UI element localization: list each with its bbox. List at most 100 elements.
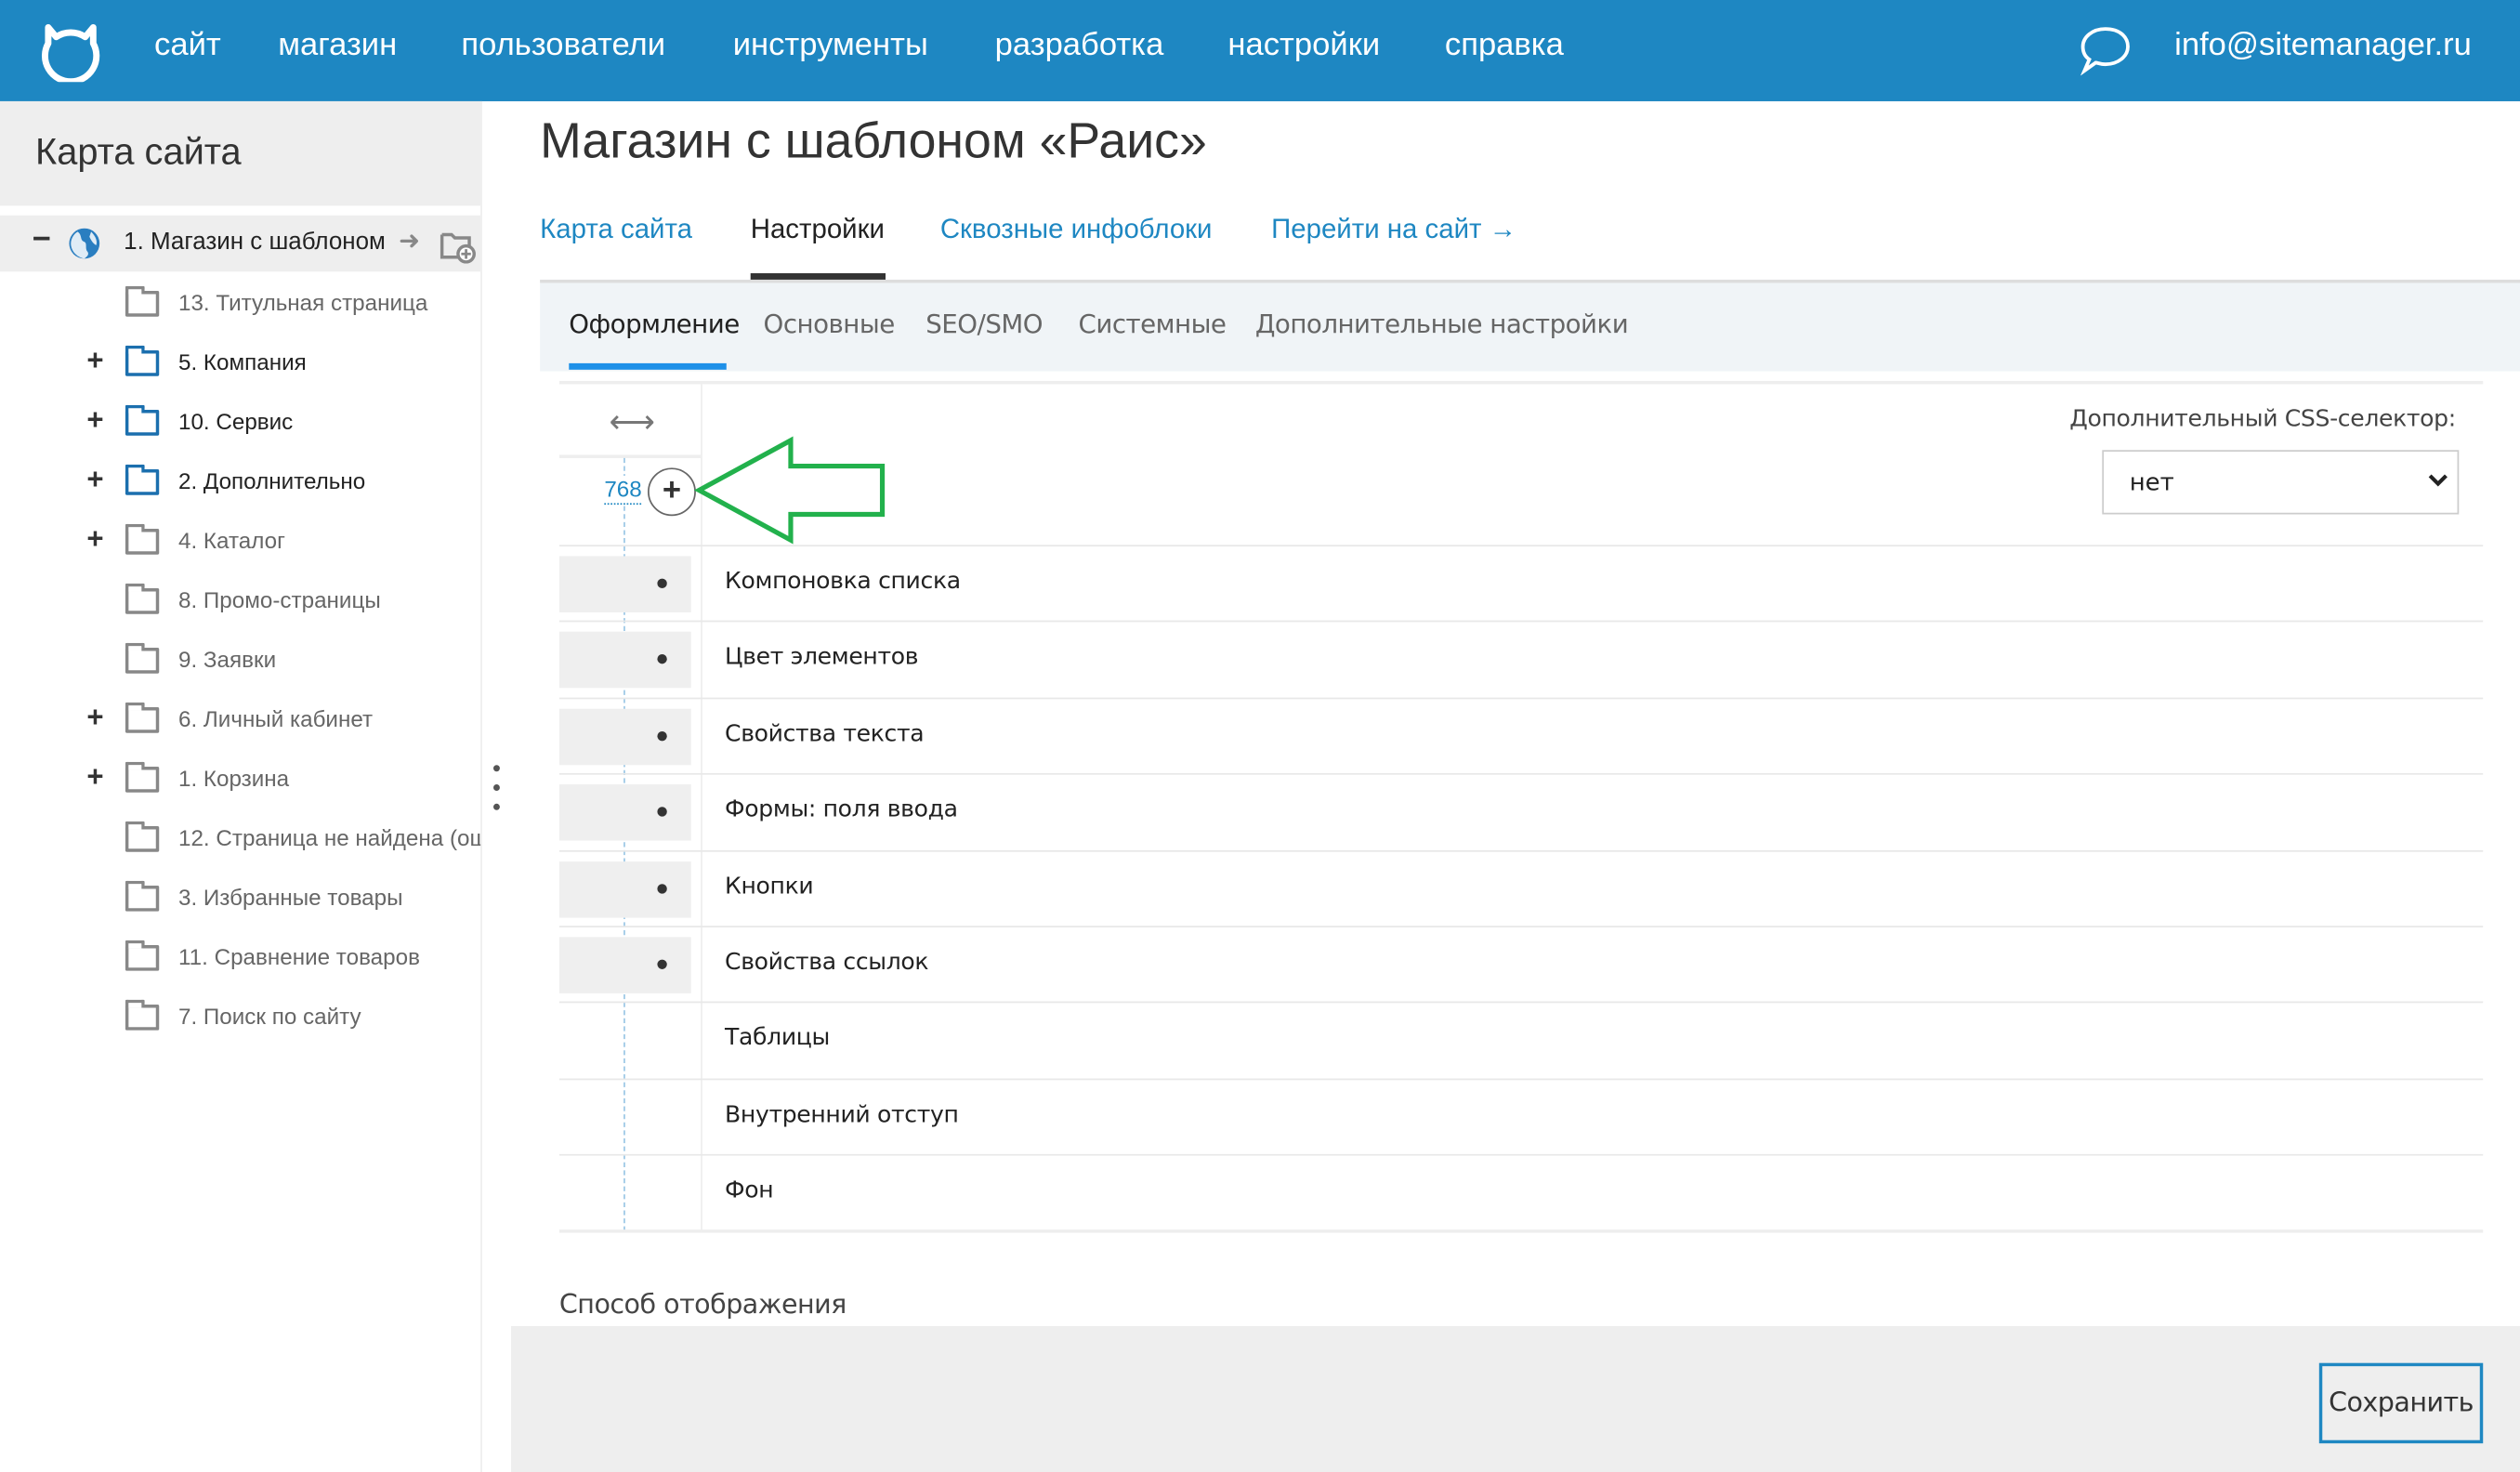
- sidebar-resize-handle[interactable]: [492, 762, 501, 817]
- nav-settings[interactable]: настройки: [1227, 27, 1380, 64]
- style-group-row[interactable]: Компоновка списка: [725, 569, 961, 595]
- setting-set-dot-icon: [657, 807, 667, 817]
- tree-item-label[interactable]: 6. Личный кабинет: [178, 705, 373, 731]
- folder-icon: [125, 821, 160, 852]
- folder-icon: [125, 464, 160, 495]
- top-navbar: сайт магазин пользователи инструменты ра…: [0, 0, 2520, 101]
- tree-item[interactable]: 11. Сравнение товаров: [0, 929, 480, 986]
- folder-icon: [125, 642, 160, 674]
- tree-item-label[interactable]: 4. Каталог: [178, 527, 285, 553]
- expand-icon[interactable]: +: [86, 522, 103, 556]
- tree-item-label[interactable]: 10. Сервис: [178, 408, 293, 434]
- divider: [558, 621, 2484, 624]
- tree-item[interactable]: +2. Дополнительно: [0, 453, 480, 510]
- page-title: Магазин с шаблоном «Раис»: [540, 112, 1207, 169]
- nav-users[interactable]: пользователи: [461, 27, 665, 64]
- nav-tools[interactable]: инструменты: [733, 27, 928, 64]
- tree-root-item[interactable]: − 1. Магазин с шаблоном «Раис» ➜: [0, 215, 481, 272]
- tree-item[interactable]: 3. Избранные товары: [0, 870, 480, 927]
- tree-item[interactable]: +5. Компания: [0, 335, 480, 391]
- expand-icon[interactable]: +: [86, 760, 103, 794]
- cat-logo-icon[interactable]: [39, 20, 103, 83]
- breakpoint-cell[interactable]: [558, 937, 691, 993]
- tree-item-label[interactable]: 13. Титульная страница: [178, 289, 427, 315]
- breakpoint-cell[interactable]: [558, 861, 691, 917]
- setting-set-dot-icon: [657, 654, 667, 665]
- breakpoint-cell[interactable]: [558, 784, 691, 841]
- style-group-row[interactable]: Внутренний отступ: [725, 1102, 959, 1128]
- folder-icon: [125, 583, 160, 614]
- nav-site[interactable]: сайт: [154, 27, 221, 64]
- tree-item[interactable]: +10. Сервис: [0, 394, 480, 451]
- divider: [558, 1154, 2484, 1156]
- tree-item[interactable]: 9. Заявки: [0, 632, 480, 689]
- sidebar-header: Карта сайта: [0, 100, 481, 206]
- tree-item-label[interactable]: 11. Сравнение товаров: [178, 943, 420, 969]
- style-group-row[interactable]: Свойства ссылок: [725, 950, 929, 976]
- display-mode-label: Способ отображения: [558, 1289, 847, 1321]
- tree-item-label[interactable]: 2. Дополнительно: [178, 467, 365, 493]
- setting-set-dot-icon: [657, 959, 667, 969]
- divider: [558, 926, 2484, 927]
- annotation-arrow-icon: [693, 436, 886, 545]
- globe-icon: [69, 228, 100, 259]
- style-group-row[interactable]: Таблицы: [725, 1026, 830, 1052]
- tab-shared-infoblocks[interactable]: Сквозные инфоблоки: [940, 214, 1213, 246]
- style-group-row[interactable]: Свойства текста: [725, 721, 925, 747]
- tree-item[interactable]: 13. Титульная страница: [0, 275, 480, 332]
- tree-item-label[interactable]: 5. Компания: [178, 348, 307, 375]
- tree-item[interactable]: 8. Промо-страницы: [0, 572, 480, 629]
- nav-shop[interactable]: магазин: [278, 27, 397, 64]
- subtab-design[interactable]: Оформление: [569, 309, 740, 339]
- breakpoint-link[interactable]: 768: [604, 475, 642, 506]
- subtab-seo-smo[interactable]: SEO/SMO: [925, 309, 1043, 339]
- expand-icon[interactable]: +: [86, 344, 103, 377]
- tab-go-to-site[interactable]: Перейти на сайт →: [1271, 214, 1516, 246]
- tab-settings[interactable]: Настройки: [751, 214, 885, 246]
- style-group-row[interactable]: Формы: поля ввода: [725, 797, 958, 823]
- collapse-icon[interactable]: −: [33, 222, 51, 259]
- tree-item[interactable]: 7. Поиск по сайту: [0, 989, 480, 1045]
- tree-item[interactable]: 12. Страница не найдена (ошибка 404): [0, 810, 480, 867]
- tree-item[interactable]: +6. Личный кабинет: [0, 691, 480, 748]
- subtab-additional[interactable]: Дополнительные настройки: [1255, 309, 1629, 339]
- add-folder-icon[interactable]: [439, 229, 478, 264]
- tree-item-label[interactable]: 12. Страница не найдена (ошибка 404): [178, 824, 480, 850]
- tree-item-label[interactable]: 9. Заявки: [178, 646, 276, 672]
- goto-arrow-icon[interactable]: ➜: [399, 225, 420, 257]
- user-email[interactable]: info@sitemanager.ru: [2174, 27, 2472, 64]
- tree-item-label[interactable]: 1. Корзина: [178, 765, 289, 791]
- breakpoint-cell[interactable]: [558, 556, 691, 612]
- style-group-row[interactable]: Цвет элементов: [725, 645, 918, 671]
- css-selector-select[interactable]: нет: [2102, 450, 2460, 515]
- sitemap-sidebar: Карта сайта − 1. Магазин с шаблоном «Раи…: [0, 100, 482, 1472]
- subtab-main[interactable]: Основные: [764, 309, 896, 339]
- subtab-system[interactable]: Системные: [1079, 309, 1227, 339]
- breakpoint-cell[interactable]: [558, 632, 691, 689]
- tree-item[interactable]: +1. Корзина: [0, 751, 480, 808]
- tree-item-label[interactable]: 8. Промо-страницы: [178, 586, 381, 612]
- style-group-row[interactable]: Фон: [725, 1178, 774, 1204]
- tree-item[interactable]: +4. Каталог: [0, 513, 480, 570]
- tree-root-label[interactable]: 1. Магазин с шаблоном «Раис»: [124, 229, 386, 256]
- expand-icon[interactable]: +: [86, 463, 103, 496]
- folder-icon: [125, 940, 160, 971]
- divider: [558, 1002, 2484, 1004]
- tree-item-label[interactable]: 3. Избранные товары: [178, 884, 403, 910]
- breakpoint-cell[interactable]: [558, 708, 691, 765]
- css-selector-label: Дополнительный CSS-селектор:: [2069, 406, 2456, 433]
- sidebar-title: Карта сайта: [35, 130, 242, 173]
- nav-development[interactable]: разработка: [995, 27, 1164, 64]
- tree-item-label[interactable]: 7. Поиск по сайту: [178, 1003, 361, 1029]
- style-group-row[interactable]: Кнопки: [725, 874, 814, 900]
- nav-help[interactable]: справка: [1445, 27, 1564, 64]
- divider: [558, 545, 2484, 547]
- add-breakpoint-button[interactable]: +: [648, 467, 696, 517]
- expand-icon[interactable]: +: [86, 701, 103, 734]
- save-button[interactable]: Сохранить: [2318, 1362, 2484, 1444]
- tab-sitemap[interactable]: Карта сайта: [540, 214, 692, 246]
- expand-icon[interactable]: +: [86, 403, 103, 437]
- resize-horizontal-icon[interactable]: ⟷: [610, 401, 656, 441]
- folder-icon: [125, 761, 160, 793]
- speech-bubble-icon[interactable]: [2078, 24, 2133, 76]
